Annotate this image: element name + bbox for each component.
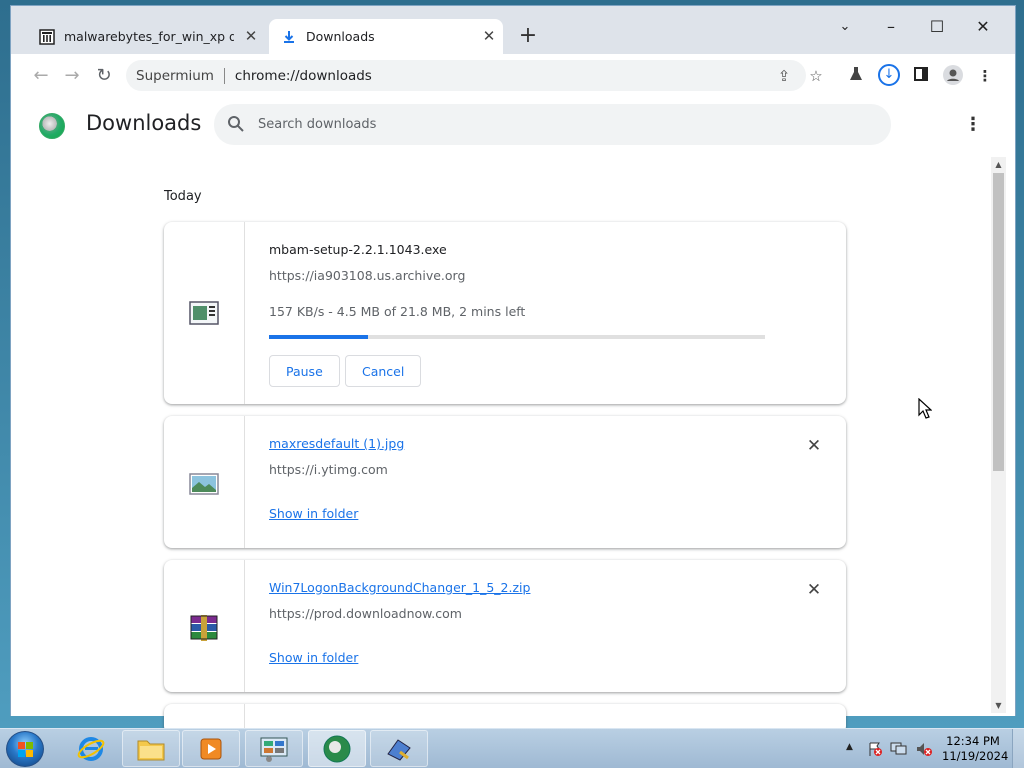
tab-strip: malwarebytes_for_win_xp directory ✕ Down…: [11, 6, 1015, 54]
system-clock[interactable]: 12:34 PM 11/19/2024: [942, 734, 1009, 764]
toolbar: ← → ↻ Supermium chrome://downloads ⇪ ☆ ↓…: [11, 54, 1015, 97]
remove-item-close-icon[interactable]: ✕: [804, 436, 824, 456]
download-icon-column: [164, 416, 245, 548]
url-text[interactable]: chrome://downloads: [235, 68, 372, 84]
back-arrow-icon[interactable]: ←: [29, 64, 53, 88]
forward-arrow-icon[interactable]: →: [60, 64, 84, 88]
search-box[interactable]: [214, 104, 891, 145]
installer-app-icon[interactable]: [370, 730, 428, 767]
action-center-flag-icon[interactable]: [867, 741, 883, 761]
site-chip[interactable]: Supermium: [136, 68, 214, 84]
tab-title: Downloads: [306, 29, 375, 44]
omnibox-divider: [223, 67, 225, 84]
reload-icon[interactable]: ↻: [92, 64, 116, 88]
show-in-folder-link[interactable]: Show in folder: [269, 506, 358, 521]
supermium-browser-icon[interactable]: [308, 730, 366, 767]
winrar-archive-icon: [188, 612, 220, 644]
download-item: maxresdefault (1).jpg https://i.ytimg.co…: [164, 416, 846, 548]
source-url[interactable]: https://ia903108.us.archive.org: [269, 268, 465, 283]
search-icon: [226, 114, 246, 134]
download-status: 157 KB/s - 4.5 MB of 21.8 MB, 2 mins lef…: [269, 304, 526, 319]
tab-malwarebytes[interactable]: malwarebytes_for_win_xp directory ✕: [29, 19, 265, 54]
more-actions-icon[interactable]: ⋮: [963, 115, 983, 135]
start-button[interactable]: [6, 731, 44, 767]
download-icon: [281, 29, 297, 45]
download-icon-column: [164, 560, 245, 692]
browser-window: malwarebytes_for_win_xp directory ✕ Down…: [10, 5, 1016, 734]
show-in-folder-link[interactable]: Show in folder: [269, 650, 358, 665]
source-url[interactable]: https://prod.downloadnow.com: [269, 606, 462, 621]
scroll-down-icon[interactable]: ▼: [994, 701, 1003, 710]
pause-button[interactable]: Pause: [269, 355, 340, 387]
file-name: mbam-setup-2.2.1.1043.exe: [269, 242, 447, 257]
volume-muted-icon[interactable]: [915, 741, 933, 761]
downloads-header: Downloads ⋮: [11, 97, 1015, 157]
mouse-cursor-icon: [918, 397, 933, 420]
address-bar[interactable]: Supermium chrome://downloads ⇪ ☆: [126, 60, 823, 91]
downloads-page: Downloads ⋮ ▲ ▼ Today mbam-setup-2.2.1.1…: [11, 97, 1015, 734]
download-icon-column: [164, 222, 245, 404]
close-tab-icon[interactable]: ✕: [243, 28, 259, 44]
download-progress-icon[interactable]: ↓: [878, 64, 900, 86]
page-title: Downloads: [86, 111, 202, 135]
control-panel-icon[interactable]: [245, 730, 303, 767]
internet-explorer-icon[interactable]: [62, 730, 120, 767]
network-icon[interactable]: [890, 741, 908, 761]
tab-title: malwarebytes_for_win_xp directory: [64, 29, 234, 44]
source-url[interactable]: https://i.ytimg.com: [269, 462, 388, 477]
tab-downloads[interactable]: Downloads ✕: [269, 19, 503, 54]
close-tab-icon[interactable]: ✕: [481, 28, 497, 44]
star-icon[interactable]: ☆: [807, 67, 825, 85]
search-input[interactable]: [258, 114, 858, 134]
scroll-up-icon[interactable]: ▲: [994, 160, 1003, 169]
file-name-link[interactable]: Win7LogonBackgroundChanger_1_5_2.zip: [269, 580, 530, 595]
show-desktop-button[interactable]: [1012, 729, 1024, 768]
profile-icon[interactable]: [943, 65, 963, 85]
side-panel-icon[interactable]: [911, 66, 931, 86]
file-name-link[interactable]: maxresdefault (1).jpg: [269, 436, 404, 451]
labs-flask-icon[interactable]: [846, 66, 866, 86]
menu-kebab-icon[interactable]: ⋮: [975, 66, 995, 86]
progress-bar: [269, 335, 765, 339]
date-section-label: Today: [164, 189, 202, 204]
remove-item-close-icon[interactable]: ✕: [804, 580, 824, 600]
clock-time: 12:34 PM: [946, 734, 1000, 748]
new-tab-button[interactable]: +: [516, 25, 540, 49]
progress-fill: [269, 335, 369, 339]
taskbar: ▲ 12:34 PM 11/19/2024: [0, 728, 1024, 768]
image-file-icon: [188, 468, 220, 500]
media-player-icon[interactable]: [182, 730, 240, 767]
show-hidden-icons-icon[interactable]: ▲: [846, 742, 853, 752]
maximize-icon[interactable]: ☐: [922, 16, 952, 38]
cancel-button[interactable]: Cancel: [345, 355, 422, 387]
installer-icon: [188, 297, 220, 329]
file-explorer-icon[interactable]: [122, 730, 180, 767]
clock-date: 11/19/2024: [942, 749, 1009, 763]
archive-icon: [39, 28, 55, 45]
close-window-icon[interactable]: ✕: [968, 16, 998, 38]
download-item: mbam-setup-2.2.1.1043.exe https://ia9031…: [164, 222, 846, 404]
tab-search-chevron-icon[interactable]: ⌄: [830, 16, 860, 38]
scrollbar-thumb[interactable]: [993, 173, 1004, 471]
scrollbar[interactable]: ▲ ▼: [991, 157, 1006, 713]
minimize-icon[interactable]: –: [876, 16, 906, 38]
download-item: Win7LogonBackgroundChanger_1_5_2.zip htt…: [164, 560, 846, 692]
share-icon[interactable]: ⇪: [775, 67, 793, 85]
browser-logo-icon: [39, 113, 65, 139]
